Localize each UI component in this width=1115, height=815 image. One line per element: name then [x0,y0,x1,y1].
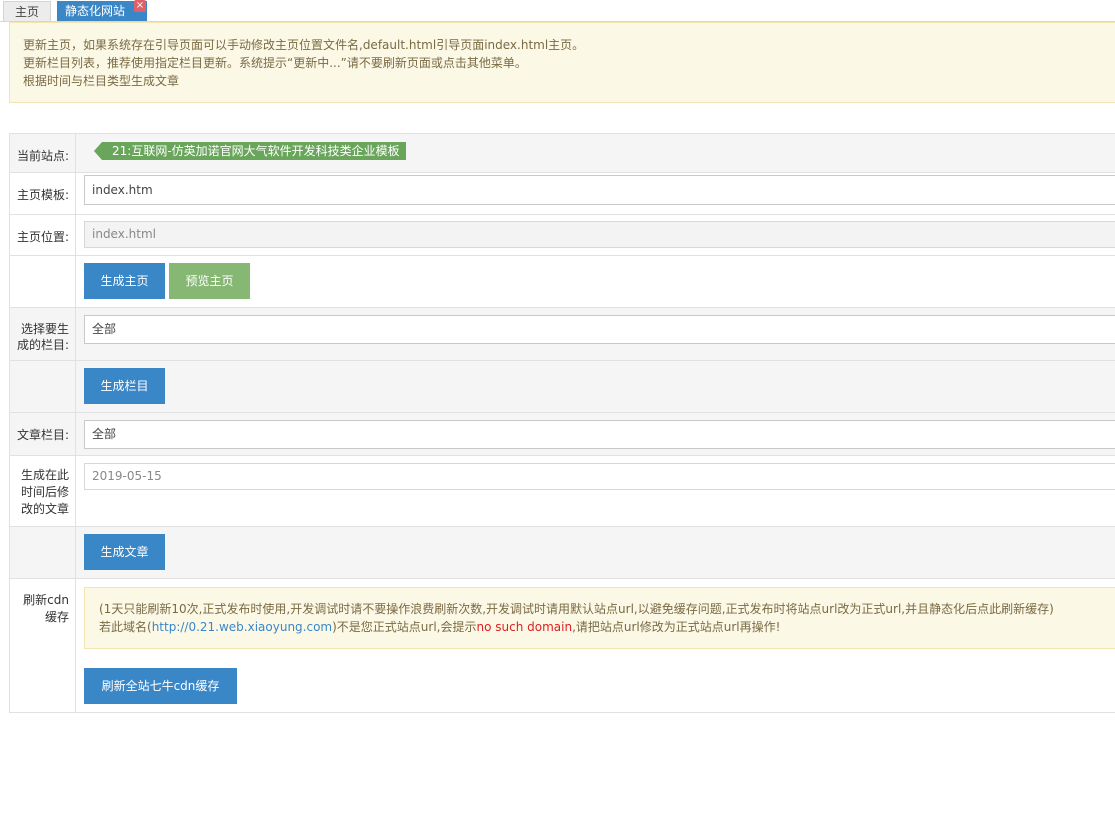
notice-box: 更新主页，如果系统存在引导页面可以手动修改主页位置文件名,default.htm… [9,22,1115,103]
preview-home-button[interactable]: 预览主页 [169,263,250,299]
generate-column-label [10,361,76,412]
article-column-label: 文章栏目: [10,413,76,455]
site-url-link[interactable]: http://0.21.web.xiaoyung.com [152,620,332,634]
notice-line-2: 更新栏目列表，推荐使用指定栏目更新。系统提示“更新中...”请不要刷新页面或点击… [23,56,527,70]
modified-time-input[interactable]: 2019-05-15 [84,463,1115,490]
row-current-site: 当前站点: 21:互联网-仿英加诺官网大气软件开发科技类企业模板 [10,134,1115,173]
cdn-note-line-2: 若此域名(http://0.21.web.xiaoyung.com)不是您正式站… [99,620,781,634]
row-home-location: 主页位置: index.html [10,215,1115,256]
home-template-label: 主页模板: [10,173,76,214]
column-select[interactable]: 全部 [84,315,1115,344]
article-column-select[interactable]: 全部 [84,420,1115,449]
generate-article-button[interactable]: 生成文章 [84,534,165,570]
row-generate-column: 生成栏目 [10,361,1115,413]
current-site-tag: 21:互联网-仿英加诺官网大气软件开发科技类企业模板 [94,142,406,160]
row-home-buttons: 生成主页 预览主页 [10,256,1115,308]
row-column-select: 选择要生 成的栏目: 全部 [10,308,1115,361]
notice-line-1: 更新主页，如果系统存在引导页面可以手动修改主页位置文件名,default.htm… [23,38,585,52]
error-text: no such domain [476,620,573,634]
column-select-label: 选择要生 成的栏目: [10,308,76,360]
home-template-input[interactable]: index.htm [84,175,1115,205]
generate-article-label [10,527,76,578]
static-form: 当前站点: 21:互联网-仿英加诺官网大气软件开发科技类企业模板 主页模板: i… [9,133,1115,713]
generate-home-button[interactable]: 生成主页 [84,263,165,299]
tab-home[interactable]: 主页 [3,1,51,21]
home-buttons-label [10,256,76,307]
tab-bar: 主页 静态化网站 × [0,0,1115,22]
row-refresh-cdn: 刷新cdn 缓存 (1天只能刷新10次,正式发布时使用,开发调试时请不要操作浪费刷… [10,579,1115,713]
notice-line-3: 根据时间与栏目类型生成文章 [23,74,180,88]
generate-column-button[interactable]: 生成栏目 [84,368,165,404]
home-location-label: 主页位置: [10,215,76,255]
modified-time-label: 生成在此 时间后修 改的文章 [10,456,76,526]
row-article-column: 文章栏目: 全部 [10,413,1115,456]
close-icon[interactable]: × [134,0,146,12]
refresh-cdn-label: 刷新cdn 缓存 [10,579,76,712]
refresh-cdn-button[interactable]: 刷新全站七牛cdn缓存 [84,668,237,704]
row-home-template: 主页模板: index.htm [10,173,1115,215]
cdn-note: (1天只能刷新10次,正式发布时使用,开发调试时请不要操作浪费刷新次数,开发调试… [84,587,1115,649]
cdn-note-line-1: (1天只能刷新10次,正式发布时使用,开发调试时请不要操作浪费刷新次数,开发调试… [99,602,1054,616]
row-generate-article: 生成文章 [10,527,1115,579]
row-modified-time: 生成在此 时间后修 改的文章 2019-05-15 [10,456,1115,527]
current-site-label: 当前站点: [10,134,76,172]
home-location-input[interactable]: index.html [84,221,1115,248]
